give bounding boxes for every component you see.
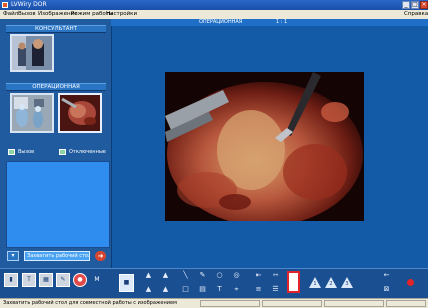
operating-room-thumbnail[interactable] [10,93,54,133]
capture-desktop-button[interactable]: Захватить рабочий стол >>> [24,251,90,261]
window-title: LVWiry DOR [11,1,47,8]
operating-header: ОПЕРАЦИОННАЯ [6,83,106,91]
arrow-right-icon[interactable]: ➜ [95,251,106,261]
pointer-red-icon[interactable]: ▲ [161,271,170,280]
color-swatch[interactable] [287,271,300,293]
line-tool-icon[interactable]: ╲ [181,271,190,280]
participant-list[interactable] [6,161,110,248]
status-pane-1 [200,300,260,307]
pointer-dark-icon[interactable]: ▲ [161,285,170,294]
back-arrow-icon[interactable]: ← [382,271,391,280]
menu-call[interactable]: Вызов [18,10,36,19]
main-video-frame[interactable] [165,72,364,221]
text-panel-button[interactable]: T [22,273,36,287]
status-bar: Захватить рабочий стол для совместной ра… [0,298,428,308]
consultant-video-thumbnail[interactable] [10,34,54,72]
zoom-label: 1 : 1 [276,19,288,25]
select-tool-button[interactable]: ■ [119,274,134,292]
rectangle-tool-icon[interactable]: □ [181,285,190,294]
disabled-label: Отключенные [69,149,106,155]
disabled-list-icon [59,148,66,155]
work-header-label: ОПЕРАЦИОННАЯ [199,19,243,25]
record-indicator-icon[interactable] [407,279,414,286]
phone-icon [8,148,15,155]
pointer-green-icon[interactable]: ▲ [144,271,153,280]
clear-icon[interactable]: ⊠ [382,285,391,294]
app-icon [2,2,8,8]
status-pane-3 [324,300,384,307]
edit-button[interactable]: ✎ [56,273,70,287]
text-tool-icon[interactable]: T [215,285,224,294]
menu-help[interactable]: Справка [404,10,428,19]
endoscope-thumbnail[interactable] [58,93,102,133]
record-stop-button[interactable]: ● [73,273,87,287]
line-style-icon[interactable]: ☰ [271,285,280,294]
menu-bar: Файл Вызов Изображение Режим работы Наст… [0,10,428,19]
menu-settings[interactable]: Настройки [106,10,137,19]
close-button[interactable]: × [420,1,428,9]
consultant-header: КОНСУЛЬТАНТ [6,25,106,33]
disabled-button[interactable]: Отключенные [59,147,109,157]
call-button-label: Вызов [18,149,35,155]
work-header: ОПЕРАЦИОННАЯ 1 : 1 [111,19,428,26]
line-width-icon[interactable]: ≡ [254,285,263,294]
grid-tool-icon[interactable]: ▤ [198,285,207,294]
layout-button[interactable]: ▦ [39,273,53,287]
collapse-arrow-button[interactable]: ▾ [7,251,19,261]
measure-tool-icon[interactable]: ⇿ [271,271,280,280]
maximize-button[interactable]: □ [411,1,419,9]
mode-button[interactable]: M [90,273,104,287]
minimize-button[interactable]: _ [402,1,410,9]
menu-file[interactable]: Файл [3,10,18,19]
call-button[interactable]: Вызов [8,147,54,157]
status-pane-2 [262,300,322,307]
crosshair-tool-icon[interactable]: ⌖ [232,285,241,294]
pencil-tool-icon[interactable]: ✎ [198,271,207,280]
status-message: Захватить рабочий стол для совместной ра… [3,300,177,306]
arrow-tool-icon[interactable]: ⇤ [254,271,263,280]
target-tool-icon[interactable]: ◎ [232,271,241,280]
status-pane-4 [386,300,426,307]
title-bar: LVWiry DOR _ □ × [0,0,428,10]
ellipse-tool-icon[interactable]: ○ [215,271,224,280]
pointer-blue-icon[interactable]: ▲ [144,285,153,294]
toggle-panel-button[interactable]: ▮ [4,273,18,287]
